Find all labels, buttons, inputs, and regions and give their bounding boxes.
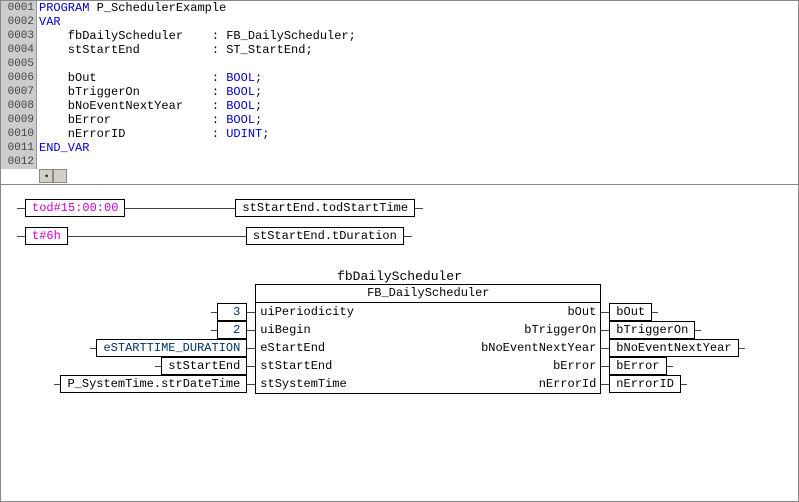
output-variable[interactable]: bError [609, 357, 666, 375]
output-variable[interactable]: bNoEventNextYear [609, 339, 738, 357]
output-variable[interactable]: bOut [609, 303, 652, 321]
scroll-left-icon[interactable]: ◂ [39, 169, 53, 183]
cfc-diagram-pane[interactable]: tod#15:00:00 stStartEnd.todStartTime t#6… [1, 185, 798, 408]
fb-output-externals: bOut bTriggerOn bNoEventNextYear bError … [601, 285, 744, 393]
literal-box[interactable]: t#6h [25, 227, 68, 245]
code-line: 0010 nErrorID : UDINT; [1, 127, 798, 141]
horizontal-scrollbar[interactable]: ◂ [39, 169, 798, 183]
code-line: 0009 bError : BOOL; [1, 113, 798, 127]
output-variable[interactable]: bTriggerOn [609, 321, 695, 339]
fb-input-port: uiPeriodicity [256, 303, 428, 321]
code-line: 0003 fbDailyScheduler : FB_DailySchedule… [1, 29, 798, 43]
fb-type-name: FB_DailyScheduler [256, 285, 600, 303]
fb-body[interactable]: FB_DailyScheduler uiPeriodicity uiBegin … [255, 284, 601, 394]
code-line: 0005 [1, 57, 798, 71]
code-line: 0001PROGRAM P_SchedulerExample [1, 1, 798, 15]
input-literal[interactable]: eSTARTTIME_DURATION [96, 339, 247, 357]
code-line: 0011END_VAR [1, 141, 798, 155]
input-variable[interactable]: stStartEnd [161, 357, 247, 375]
assignment-row: t#6h stStartEnd.tDuration [17, 227, 782, 245]
fb-input-port: eStartEnd [256, 339, 428, 357]
output-variable[interactable]: nErrorID [609, 375, 681, 393]
editor-pane: 0001PROGRAM P_SchedulerExample 0002VAR 0… [1, 1, 798, 185]
input-literal[interactable]: 2 [217, 321, 247, 339]
scroll-thumb[interactable] [53, 169, 67, 183]
fb-input-port: uiBegin [256, 321, 428, 339]
function-block-call: fbDailyScheduler 3 2 eSTARTTIME_DURATION… [17, 269, 782, 394]
code-line: 0007 bTriggerOn : BOOL; [1, 85, 798, 99]
fb-instance-name: fbDailyScheduler [17, 269, 782, 284]
fb-input-externals: 3 2 eSTARTTIME_DURATION stStartEnd P_Sys… [54, 285, 255, 393]
target-box[interactable]: stStartEnd.todStartTime [235, 199, 415, 217]
input-literal[interactable]: 3 [217, 303, 247, 321]
fb-input-port: stSystemTime [256, 375, 428, 393]
assignment-row: tod#15:00:00 stStartEnd.todStartTime [17, 199, 782, 217]
code-line: 0012 [1, 155, 798, 169]
code-line: 0008 bNoEventNextYear : BOOL; [1, 99, 798, 113]
fb-output-port: bNoEventNextYear [428, 339, 600, 357]
fb-input-port: stStartEnd [256, 357, 428, 375]
fb-output-port: bOut [428, 303, 600, 321]
fb-output-port: bError [428, 357, 600, 375]
target-box[interactable]: stStartEnd.tDuration [246, 227, 404, 245]
fb-output-port: nErrorId [428, 375, 600, 393]
line-gutter: 0001 [1, 1, 37, 15]
literal-box[interactable]: tod#15:00:00 [25, 199, 125, 217]
code-area[interactable]: 0001PROGRAM P_SchedulerExample 0002VAR 0… [1, 1, 798, 183]
code-line: 0004 stStartEnd : ST_StartEnd; [1, 43, 798, 57]
code-line: 0002VAR [1, 15, 798, 29]
fb-output-port: bTriggerOn [428, 321, 600, 339]
code-line: 0006 bOut : BOOL; [1, 71, 798, 85]
input-variable[interactable]: P_SystemTime.strDateTime [60, 375, 247, 393]
